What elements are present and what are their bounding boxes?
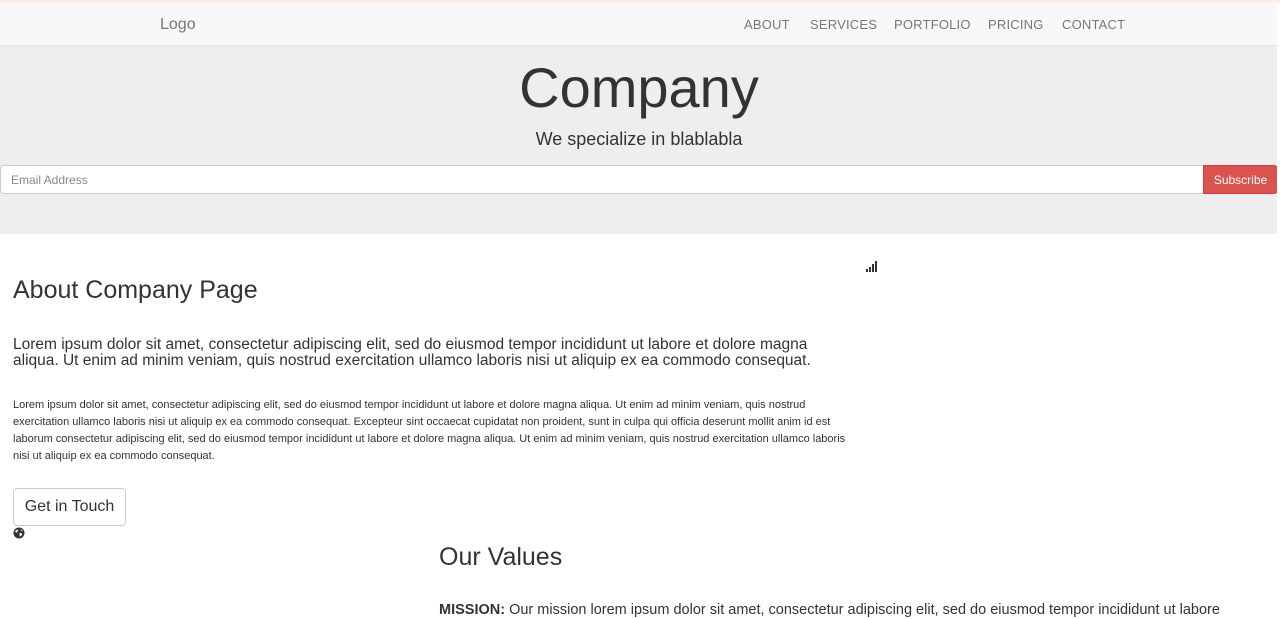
- subscribe-button[interactable]: Subscribe: [1203, 165, 1278, 194]
- signal-bar-3: [872, 264, 874, 272]
- navbar: Logo ABOUT SERVICES PORTFOLIO PRICING CO…: [0, 3, 1280, 46]
- mission-label: MISSION:: [439, 602, 506, 618]
- nav-item-pricing[interactable]: PRICING: [988, 17, 1044, 33]
- email-input[interactable]: [0, 165, 1204, 194]
- about-body: Lorem ipsum dolor sit amet, consectetur …: [13, 399, 846, 462]
- signal-bar-4: [875, 261, 877, 272]
- hero-title: Company: [519, 56, 759, 119]
- about-lead: Lorem ipsum dolor sit amet, consectetur …: [13, 336, 811, 369]
- mission-statement: MISSION: Our mission lorem ipsum dolor s…: [439, 602, 1279, 619]
- nav-item-contact[interactable]: CONTACT: [1062, 17, 1125, 33]
- signal-icon: [866, 261, 877, 272]
- about-title: About Company Page: [13, 276, 258, 304]
- mission-text: Our mission lorem ipsum dolor sit amet, …: [509, 602, 1220, 618]
- nav-item-about[interactable]: ABOUT: [744, 17, 790, 33]
- nav-item-portfolio[interactable]: PORTFOLIO: [894, 17, 971, 33]
- hero-tagline: We specialize in blablabla: [535, 129, 743, 149]
- globe-icon: [13, 527, 25, 539]
- nav-item-services[interactable]: SERVICES: [810, 17, 877, 33]
- signal-bar-2: [869, 267, 871, 272]
- nav-menu: ABOUT SERVICES PORTFOLIO PRICING CONTACT: [0, 17, 1280, 33]
- hero-section: Company We specialize in blablabla Subsc…: [0, 46, 1278, 234]
- values-title: Our Values: [439, 543, 563, 571]
- signal-bar-1: [866, 269, 868, 272]
- get-in-touch-button[interactable]: Get in Touch: [13, 488, 126, 526]
